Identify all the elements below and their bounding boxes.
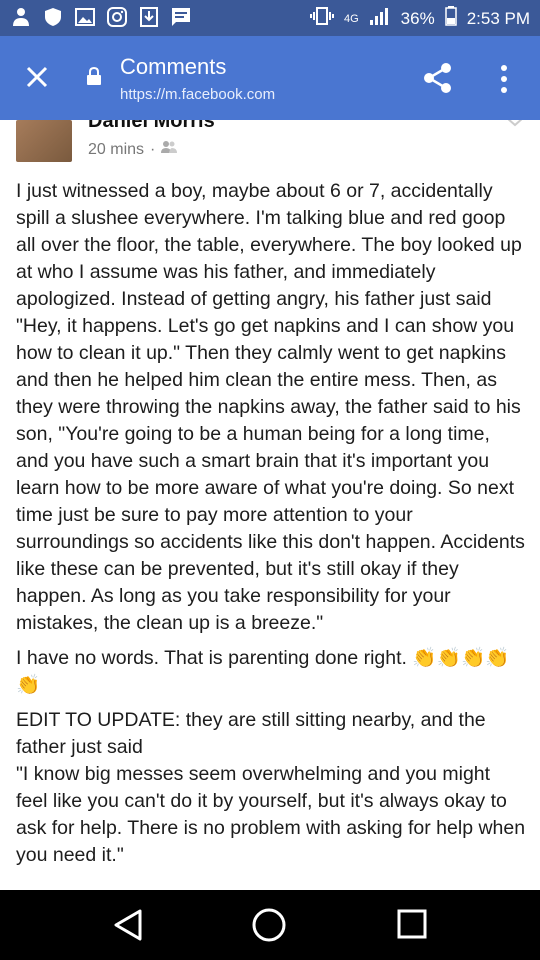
post-body: I just witnessed a boy, maybe about 6 or… — [16, 178, 526, 877]
system-status: 4G 36% 2:53 PM — [309, 6, 530, 31]
shield-icon — [42, 6, 64, 28]
vibrate-icon — [309, 6, 334, 31]
recent-apps-icon[interactable] — [396, 908, 428, 940]
post-paragraph: I have no words. That is parenting done … — [16, 647, 510, 696]
post-time[interactable]: 20 mins — [88, 141, 144, 159]
app-bar: Comments https://m.facebook.com — [0, 36, 540, 120]
post-paragraph: I just witnessed a boy, maybe about 6 or… — [16, 180, 525, 634]
post-meta: 20 mins · — [88, 140, 178, 159]
lock-icon — [86, 66, 102, 86]
avatar[interactable] — [16, 120, 72, 162]
comment-content: Daniel Morris 20 mins · I just witnessed… — [0, 120, 540, 890]
battery-level: 36% — [400, 8, 435, 28]
chevron-down-icon[interactable] — [506, 120, 524, 127]
post-paragraph: "I know big messes seem overwhelming and… — [16, 763, 526, 866]
message-icon — [170, 6, 192, 28]
back-icon[interactable] — [110, 907, 146, 943]
signal-icon — [369, 7, 391, 30]
status-bar: 4G 36% 2:53 PM — [0, 0, 540, 36]
network-type: 4G — [343, 12, 359, 25]
page-url[interactable]: https://m.facebook.com — [120, 86, 275, 103]
home-icon[interactable] — [251, 907, 287, 943]
image-icon — [74, 6, 96, 28]
battery-icon — [444, 6, 457, 31]
download-icon — [138, 6, 160, 28]
more-icon[interactable] — [494, 62, 514, 96]
person-icon — [10, 6, 32, 28]
author-name[interactable]: Daniel Morris — [88, 120, 215, 133]
clock: 2:53 PM — [466, 8, 530, 28]
page-title: Comments — [120, 54, 227, 79]
instagram-icon — [106, 6, 128, 28]
navigation-bar — [0, 890, 540, 960]
share-icon[interactable] — [420, 60, 456, 96]
close-icon[interactable] — [22, 62, 52, 92]
notification-icons — [10, 6, 192, 28]
friends-icon — [161, 140, 178, 159]
meta-separator: · — [150, 140, 156, 158]
post-paragraph: EDIT TO UPDATE: they are still sitting n… — [16, 709, 486, 758]
